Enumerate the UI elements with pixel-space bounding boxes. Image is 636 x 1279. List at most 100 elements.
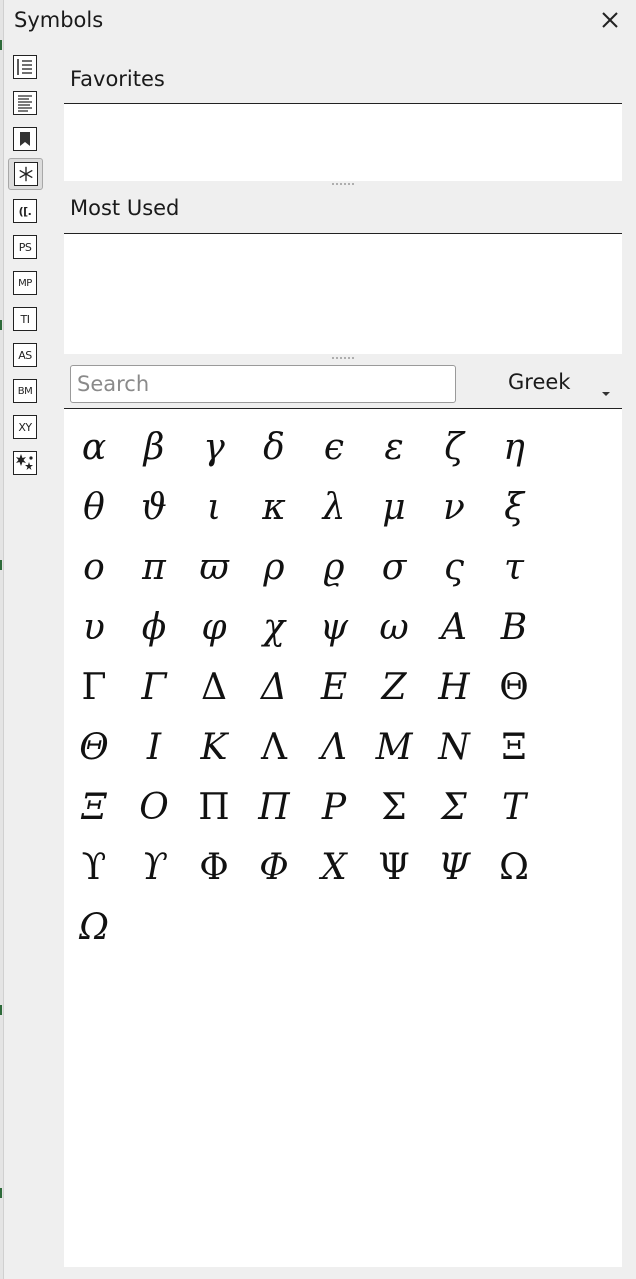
bm-button[interactable]: BM xyxy=(13,379,37,403)
symbol-cell[interactable]: Z xyxy=(364,657,424,717)
symbol-cell[interactable]: τ xyxy=(484,537,544,597)
symbol-cell[interactable]: ζ xyxy=(424,417,484,477)
ti-icon: TI xyxy=(20,312,30,326)
symbol-cell[interactable]: ω xyxy=(364,597,424,657)
symbol-cell[interactable]: θ xyxy=(64,477,124,537)
category-dropdown[interactable]: Greek xyxy=(492,365,622,403)
symbol-cell[interactable]: Ω xyxy=(484,837,544,897)
most-used-panel[interactable] xyxy=(64,234,622,354)
symbol-cell[interactable]: ϑ xyxy=(124,477,184,537)
favorites-panel[interactable] xyxy=(64,104,622,181)
symbol-cell[interactable]: η xyxy=(484,417,544,477)
favorites-resize-handle[interactable] xyxy=(331,182,355,186)
symbol-cell[interactable]: π xyxy=(124,537,184,597)
symbol-cell[interactable]: ν xyxy=(424,477,484,537)
symbol-cell[interactable]: λ xyxy=(304,477,364,537)
edge-mark xyxy=(0,1005,2,1015)
symbol-cell[interactable]: Θ xyxy=(484,657,544,717)
symbol-cell[interactable]: Λ xyxy=(304,717,364,777)
symbol-cell[interactable]: ϒ xyxy=(124,837,184,897)
symbol-cell[interactable]: P xyxy=(304,777,364,837)
symbol-cell[interactable]: Σ xyxy=(364,777,424,837)
bracket-button[interactable]: ([. xyxy=(13,199,37,223)
chevron-down-icon xyxy=(602,392,610,396)
symbol-cell[interactable]: Ψ xyxy=(424,837,484,897)
bookmark-icon xyxy=(20,132,30,146)
symbol-cell[interactable]: ε xyxy=(364,417,424,477)
symbol-cell[interactable]: Ω xyxy=(64,897,124,957)
symbol-cell[interactable]: ς xyxy=(424,537,484,597)
symbol-cell[interactable]: ι xyxy=(184,477,244,537)
symbol-cell[interactable]: β xyxy=(124,417,184,477)
ti-button[interactable]: TI xyxy=(13,307,37,331)
symbol-cell[interactable]: Δ xyxy=(244,657,304,717)
symbol-cell[interactable]: ϱ xyxy=(304,537,364,597)
symbol-cell[interactable]: E xyxy=(304,657,364,717)
symbol-cell[interactable]: X xyxy=(304,837,364,897)
ps-icon: PS xyxy=(18,240,32,254)
symbol-cell[interactable]: T xyxy=(484,777,544,837)
mp-button[interactable]: MP xyxy=(13,271,37,295)
numbered-list-button[interactable] xyxy=(13,55,37,79)
bookmark-button[interactable] xyxy=(13,127,37,151)
symbol-cell[interactable]: Ψ xyxy=(364,837,424,897)
symbol-cell[interactable]: Φ xyxy=(184,837,244,897)
text-lines-button[interactable] xyxy=(13,91,37,115)
symbol-cell[interactable]: μ xyxy=(364,477,424,537)
symbol-cell[interactable]: κ xyxy=(244,477,304,537)
close-button[interactable] xyxy=(598,8,622,32)
symbol-cell[interactable]: Σ xyxy=(424,777,484,837)
symbol-cell[interactable]: Ξ xyxy=(64,777,124,837)
symbol-cell[interactable]: K xyxy=(184,717,244,777)
symbol-cell[interactable]: ϵ xyxy=(304,417,364,477)
symbol-cell[interactable]: ρ xyxy=(244,537,304,597)
symbol-cell[interactable]: ψ xyxy=(304,597,364,657)
symbol-cell[interactable]: ϒ xyxy=(64,837,124,897)
symbol-cell[interactable]: O xyxy=(124,777,184,837)
symbol-cell[interactable]: I xyxy=(124,717,184,777)
most-used-resize-handle[interactable] xyxy=(331,356,355,360)
edge-mark xyxy=(0,40,2,50)
symbol-grid: αβγδϵεζηθϑικλμνξoπϖρϱσςτυϕφχψωABΓΓΔΔEZHΘ… xyxy=(64,417,622,957)
symbol-cell[interactable]: Π xyxy=(184,777,244,837)
symbol-cell[interactable]: δ xyxy=(244,417,304,477)
symbol-cell[interactable]: M xyxy=(364,717,424,777)
symbol-cell[interactable]: υ xyxy=(64,597,124,657)
symbol-cell[interactable]: N xyxy=(424,717,484,777)
mp-icon: MP xyxy=(18,277,32,289)
symbol-cell[interactable]: o xyxy=(64,537,124,597)
sparkles-button[interactable] xyxy=(13,451,37,475)
as-button[interactable]: AS xyxy=(13,343,37,367)
symbols-panel: αβγδϵεζηθϑικλμνξoπϖρϱσςτυϕφχψωABΓΓΔΔEZHΘ… xyxy=(64,408,622,1267)
xy-button[interactable]: XY xyxy=(13,415,37,439)
symbol-cell[interactable]: Θ xyxy=(64,717,124,777)
symbol-cell[interactable]: χ xyxy=(244,597,304,657)
symbol-cell[interactable]: Φ xyxy=(244,837,304,897)
symbol-cell[interactable]: φ xyxy=(184,597,244,657)
sparkles-icon xyxy=(16,454,33,470)
symbol-cell[interactable]: γ xyxy=(184,417,244,477)
edge-mark xyxy=(0,1188,2,1198)
symbol-cell[interactable]: σ xyxy=(364,537,424,597)
symbol-cell[interactable]: ξ xyxy=(484,477,544,537)
symbol-cell[interactable]: ϖ xyxy=(184,537,244,597)
title-bar: Symbols xyxy=(4,0,636,42)
symbol-cell[interactable]: B xyxy=(484,597,544,657)
symbol-cell[interactable]: Δ xyxy=(184,657,244,717)
numbered-list-icon xyxy=(17,59,32,75)
symbol-cell[interactable]: Γ xyxy=(64,657,124,717)
symbol-cell[interactable]: Ξ xyxy=(484,717,544,777)
symbol-cell[interactable]: Π xyxy=(244,777,304,837)
symbol-cell[interactable]: α xyxy=(64,417,124,477)
search-input[interactable] xyxy=(70,365,456,403)
symbol-cell[interactable]: A xyxy=(424,597,484,657)
symbol-cell[interactable]: Γ xyxy=(124,657,184,717)
edge-mark xyxy=(0,320,2,330)
favorites-title: Favorites xyxy=(70,67,165,91)
text-lines-icon xyxy=(18,95,32,112)
symbol-cell[interactable]: H xyxy=(424,657,484,717)
ps-button[interactable]: PS xyxy=(13,235,37,259)
symbol-cell[interactable]: Λ xyxy=(244,717,304,777)
symbol-cell[interactable]: ϕ xyxy=(124,597,184,657)
symbols-button-selected[interactable] xyxy=(8,158,43,190)
